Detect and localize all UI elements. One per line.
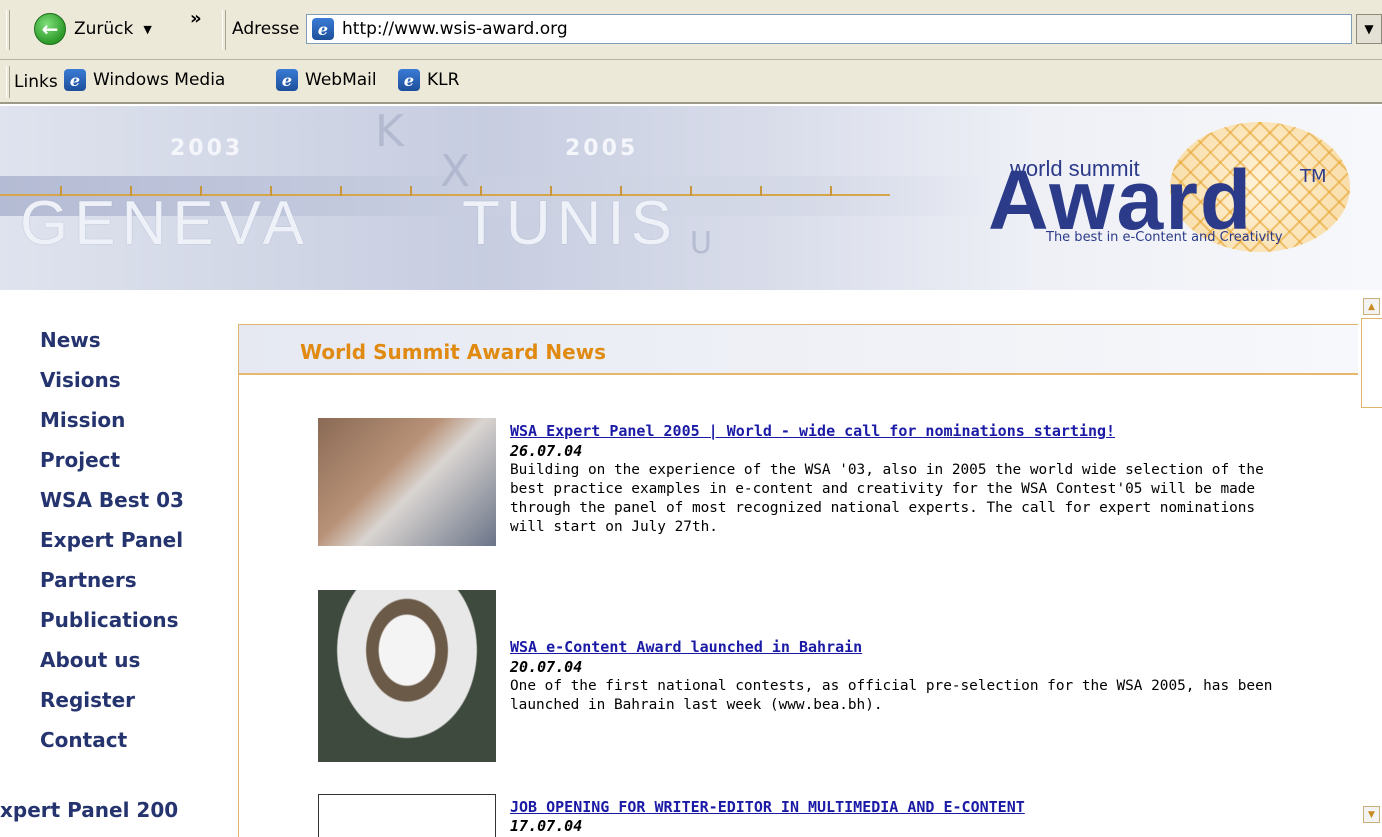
news-photo[interactable] bbox=[318, 590, 496, 762]
banner-year-right: 2005 bbox=[565, 136, 639, 161]
links-label: Links bbox=[14, 72, 58, 92]
banner-year-left: 2003 bbox=[170, 136, 244, 161]
back-dropdown-icon[interactable]: ▼ bbox=[143, 23, 151, 36]
back-button[interactable]: ← Zurück ▼ bbox=[34, 12, 152, 46]
main-navigation: News Visions Mission Project WSA Best 03… bbox=[40, 328, 184, 768]
banner-city-right: TUNIS bbox=[462, 189, 678, 258]
scroll-up-button[interactable]: ▲ bbox=[1363, 298, 1380, 315]
ruler-tick bbox=[830, 186, 832, 196]
link-label: WebMail bbox=[305, 70, 377, 90]
nav-mission[interactable]: Mission bbox=[40, 408, 184, 448]
back-arrow-icon: ← bbox=[34, 13, 66, 45]
nav-partners[interactable]: Partners bbox=[40, 568, 184, 608]
address-dropdown-button[interactable]: ▼ bbox=[1356, 14, 1382, 44]
nav-news[interactable]: News bbox=[40, 328, 184, 368]
panel-divider bbox=[239, 373, 1358, 375]
logo-tagline: The best in e-Content and Creativity bbox=[1046, 230, 1283, 245]
nav-expert-panel[interactable]: Expert Panel bbox=[40, 528, 184, 568]
address-bar[interactable]: e http://www.wsis-award.org bbox=[306, 14, 1352, 44]
link-label: KLR bbox=[427, 70, 460, 90]
ruler-tick bbox=[690, 186, 692, 196]
toolbar-grip[interactable] bbox=[222, 10, 226, 50]
nav-project[interactable]: Project bbox=[40, 448, 184, 488]
news-ticker[interactable]: xpert Panel 200 bbox=[0, 798, 232, 822]
link-windows-media[interactable]: e Windows Media bbox=[64, 69, 225, 91]
news-body: One of the first national contests, as o… bbox=[510, 678, 1273, 713]
nav-about-us[interactable]: About us bbox=[40, 648, 184, 688]
nav-visions[interactable]: Visions bbox=[40, 368, 184, 408]
address-label: Adresse bbox=[232, 19, 300, 39]
web-page: K X U 2003 2005 GENEVA TUNIS world summi… bbox=[0, 106, 1382, 837]
internet-explorer-icon: e bbox=[64, 69, 86, 91]
ruler-tick bbox=[760, 186, 762, 196]
news-title-link[interactable]: WSA Expert Panel 2005 | World - wide cal… bbox=[510, 422, 1115, 440]
internet-explorer-icon: e bbox=[312, 18, 334, 40]
nav-register[interactable]: Register bbox=[40, 688, 184, 728]
scroll-down-button[interactable]: ▼ bbox=[1363, 806, 1380, 823]
ruler-tick bbox=[340, 186, 342, 196]
toolbar-overflow-chevron[interactable]: » bbox=[190, 8, 202, 29]
news-title-link[interactable]: WSA e-Content Award launched in Bahrain bbox=[510, 638, 862, 656]
toolbar-grip[interactable] bbox=[6, 66, 10, 98]
back-label: Zurück bbox=[74, 19, 134, 39]
news-photo[interactable] bbox=[318, 418, 496, 546]
address-toolbar: ← Zurück ▼ » Adresse e http://www.wsis-a… bbox=[0, 0, 1382, 60]
decorative-letter: K bbox=[375, 106, 404, 157]
ruler-tick bbox=[410, 186, 412, 196]
logo-trademark: TM bbox=[1300, 166, 1327, 187]
inner-frame-edge bbox=[1361, 318, 1382, 408]
nav-contact[interactable]: Contact bbox=[40, 728, 184, 768]
panel-border bbox=[238, 324, 239, 837]
internet-explorer-icon: e bbox=[398, 69, 420, 91]
news-photo[interactable] bbox=[318, 794, 496, 837]
toolbar-grip[interactable] bbox=[6, 10, 10, 50]
news-body: Building on the experience of the WSA '0… bbox=[510, 462, 1264, 535]
address-url[interactable]: http://www.wsis-award.org bbox=[342, 19, 568, 39]
nav-wsa-best-03[interactable]: WSA Best 03 bbox=[40, 488, 184, 528]
link-klr[interactable]: e KLR bbox=[398, 69, 459, 91]
news-heading: World Summit Award News bbox=[300, 340, 607, 364]
decorative-letter: U bbox=[690, 226, 712, 261]
nav-publications[interactable]: Publications bbox=[40, 608, 184, 648]
news-title-link[interactable]: JOB OPENING FOR WRITER-EDITOR IN MULTIME… bbox=[510, 798, 1025, 816]
internet-explorer-icon: e bbox=[276, 69, 298, 91]
link-label: Windows Media bbox=[93, 70, 226, 90]
site-banner: K X U 2003 2005 GENEVA TUNIS world summi… bbox=[0, 106, 1382, 290]
link-webmail[interactable]: e WebMail bbox=[276, 69, 377, 91]
news-date: 20.07.04 bbox=[510, 658, 583, 676]
news-date: 17.07.04 bbox=[510, 817, 583, 835]
banner-city-left: GENEVA bbox=[20, 189, 310, 258]
news-date: 26.07.04 bbox=[510, 442, 583, 460]
